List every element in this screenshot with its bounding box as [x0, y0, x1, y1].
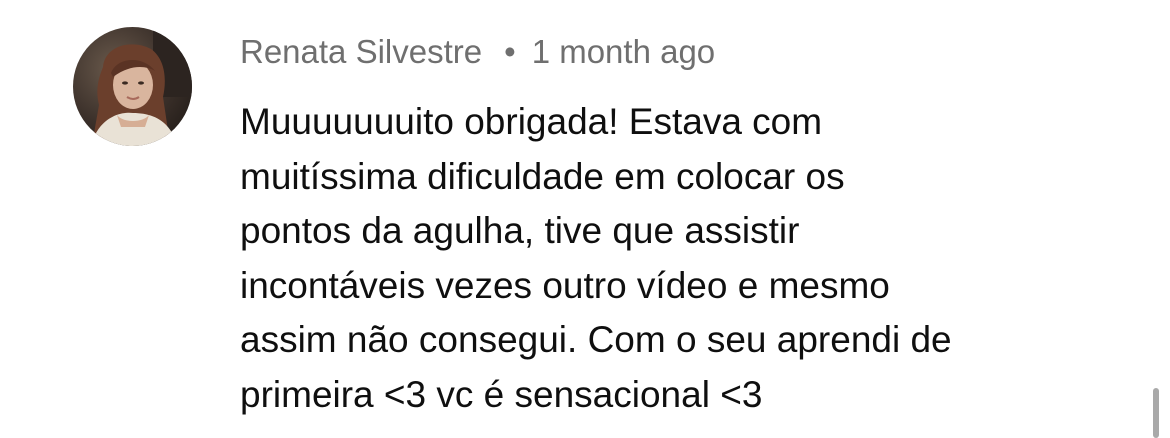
comment-text: Muuuuuuuito obrigada! Estava com muitíss…: [240, 95, 1120, 422]
avatar-image: [73, 27, 192, 146]
meta-separator: •: [504, 33, 516, 70]
comment-text-line: incontáveis vezes outro vídeo e mesmo: [240, 264, 890, 306]
comment-text-line: muitíssima dificuldade em colocar os: [240, 155, 845, 197]
comment-text-line: pontos da agulha, tive que assistir: [240, 210, 800, 251]
author-name[interactable]: Renata Silvestre: [240, 33, 482, 71]
comment-item: Renata Silvestre • 1 month ago Muuuuuuui…: [0, 0, 1170, 438]
comment-timestamp[interactable]: 1 month ago: [532, 33, 715, 71]
comment-text-line: primeira <3 vc é sensacional <3: [240, 373, 763, 415]
avatar[interactable]: [73, 27, 192, 146]
scrollbar-thumb[interactable]: [1153, 388, 1159, 438]
comment-text-line: Muuuuuuuito obrigada! Estava com: [240, 101, 823, 142]
comment-text-line: assim não consegui. Com o seu aprendi de: [240, 319, 952, 360]
comment-meta: Renata Silvestre • 1 month ago: [240, 30, 715, 74]
